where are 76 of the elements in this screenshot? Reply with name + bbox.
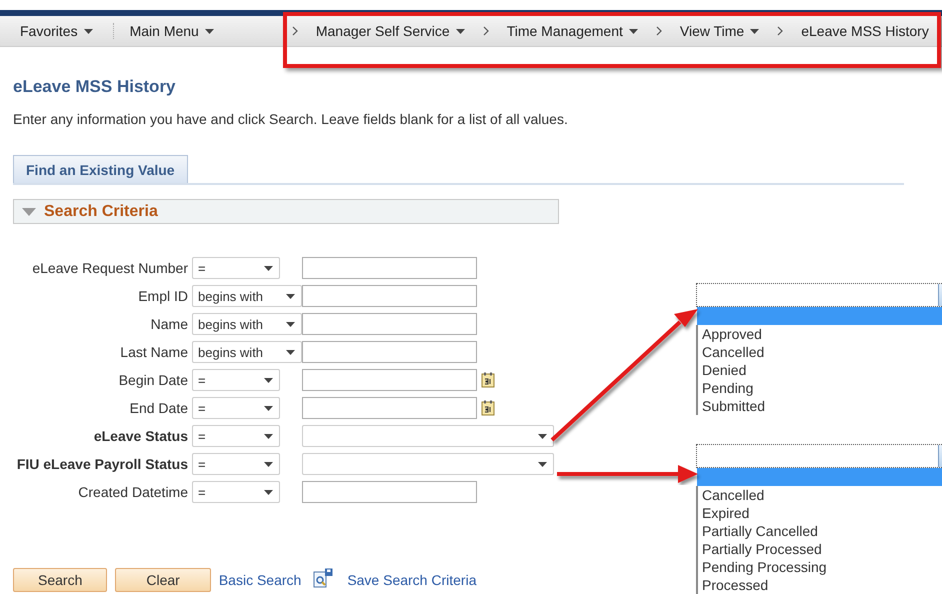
caret-icon[interactable] (538, 434, 547, 438)
calendar-icon[interactable] (481, 400, 495, 416)
search-button[interactable]: Search (13, 568, 108, 592)
chevron-icon (482, 26, 489, 36)
caret-icon[interactable] (750, 28, 760, 34)
input-field[interactable] (302, 313, 477, 335)
input-field[interactable] (302, 481, 477, 503)
field-label: FIU eLeave Payroll Status (16, 456, 188, 472)
operator-dropdown[interactable]: = (192, 453, 280, 475)
nav-menu-item[interactable]: Main Menu (122, 23, 222, 39)
dropdown-option[interactable]: Processed (702, 576, 942, 594)
field-label: Name (150, 316, 188, 332)
section-header[interactable]: Search Criteria (13, 199, 559, 224)
dropdown-option[interactable]: Approved (702, 325, 942, 343)
caret-icon[interactable] (538, 462, 547, 466)
dropdown-field[interactable] (696, 283, 942, 307)
date-input-field[interactable] (302, 369, 477, 391)
section-title: Search Criteria (44, 202, 158, 220)
dropdown-option[interactable]: Partially Processed (702, 540, 942, 558)
operator-dropdown[interactable]: = (192, 397, 280, 419)
dropdown-option[interactable]: Cancelled (702, 486, 942, 504)
caret-icon[interactable] (628, 28, 638, 34)
nav-menu-item[interactable]: Time Management (498, 23, 646, 39)
instructions-text: Enter any information you have and click Search. Leave fields blank for a list of all values. (13, 111, 569, 127)
dropdown-option[interactable]: Pending Processing (702, 558, 942, 576)
caret-icon[interactable] (456, 28, 465, 34)
dropdown-option[interactable]: Denied (702, 361, 942, 379)
dropdown-option[interactable]: Cancelled (702, 343, 942, 361)
caret-icon[interactable] (264, 434, 273, 438)
operator-dropdown[interactable]: = (192, 369, 280, 391)
nav-menu-item[interactable]: View Time (672, 23, 768, 39)
operator-dropdown[interactable]: begins with (192, 285, 302, 307)
input-field[interactable] (302, 257, 477, 279)
field-label: Created Datetime (77, 484, 188, 500)
clear-button[interactable]: Clear (115, 568, 211, 592)
field-label: Last Name (119, 344, 188, 360)
nav-menu-item[interactable]: eLeave MSS History (793, 23, 937, 39)
collapse-icon[interactable] (22, 208, 36, 216)
save-search-icon[interactable] (313, 568, 334, 588)
caret-icon[interactable] (264, 462, 273, 466)
dropdown-field[interactable] (696, 444, 942, 468)
page-title: eLeave MSS History (13, 77, 177, 97)
operator-dropdown[interactable]: = (192, 481, 280, 503)
caret-icon[interactable] (204, 28, 214, 34)
dropdown-option[interactable]: Expired (702, 504, 942, 522)
input-field[interactable] (302, 285, 477, 307)
operator-dropdown[interactable]: begins with (192, 341, 302, 363)
operator-dropdown[interactable]: begins with (192, 313, 302, 335)
tab[interactable]: Find an Existing Value (13, 155, 188, 183)
chevron-icon (777, 26, 784, 36)
nav-menu-item[interactable]: Manager Self Service (308, 23, 473, 39)
dropdown-option[interactable]: Partially Cancelled (702, 522, 942, 540)
field-label: Begin Date (118, 372, 188, 388)
save-search-criteria-link[interactable]: Save Search Criteria (347, 572, 476, 588)
input-field[interactable] (302, 341, 477, 363)
operator-dropdown[interactable]: = (192, 425, 280, 447)
caret-icon[interactable] (264, 490, 273, 494)
caret-icon[interactable] (286, 322, 295, 326)
chevron-icon (656, 26, 662, 36)
dropdown-option[interactable]: Pending (702, 379, 942, 397)
caret-icon[interactable] (286, 350, 295, 354)
field-label: End Date (128, 400, 188, 416)
caret-icon[interactable] (286, 294, 295, 298)
basic-search-link[interactable]: Basic Search (218, 572, 302, 588)
caret-icon[interactable] (264, 378, 273, 382)
caret-icon[interactable] (84, 28, 93, 34)
chevron-icon (292, 26, 298, 36)
calendar-icon[interactable] (481, 372, 495, 388)
field-label: eLeave Request Number (31, 260, 188, 276)
date-input-field[interactable] (302, 397, 477, 419)
operator-dropdown[interactable]: = (192, 257, 280, 279)
caret-icon[interactable] (264, 266, 273, 270)
caret-icon[interactable] (264, 406, 273, 410)
field-label: Empl ID (137, 288, 188, 304)
dropdown-option[interactable]: Submitted (702, 397, 942, 415)
field-label: eLeave Status (92, 428, 188, 444)
